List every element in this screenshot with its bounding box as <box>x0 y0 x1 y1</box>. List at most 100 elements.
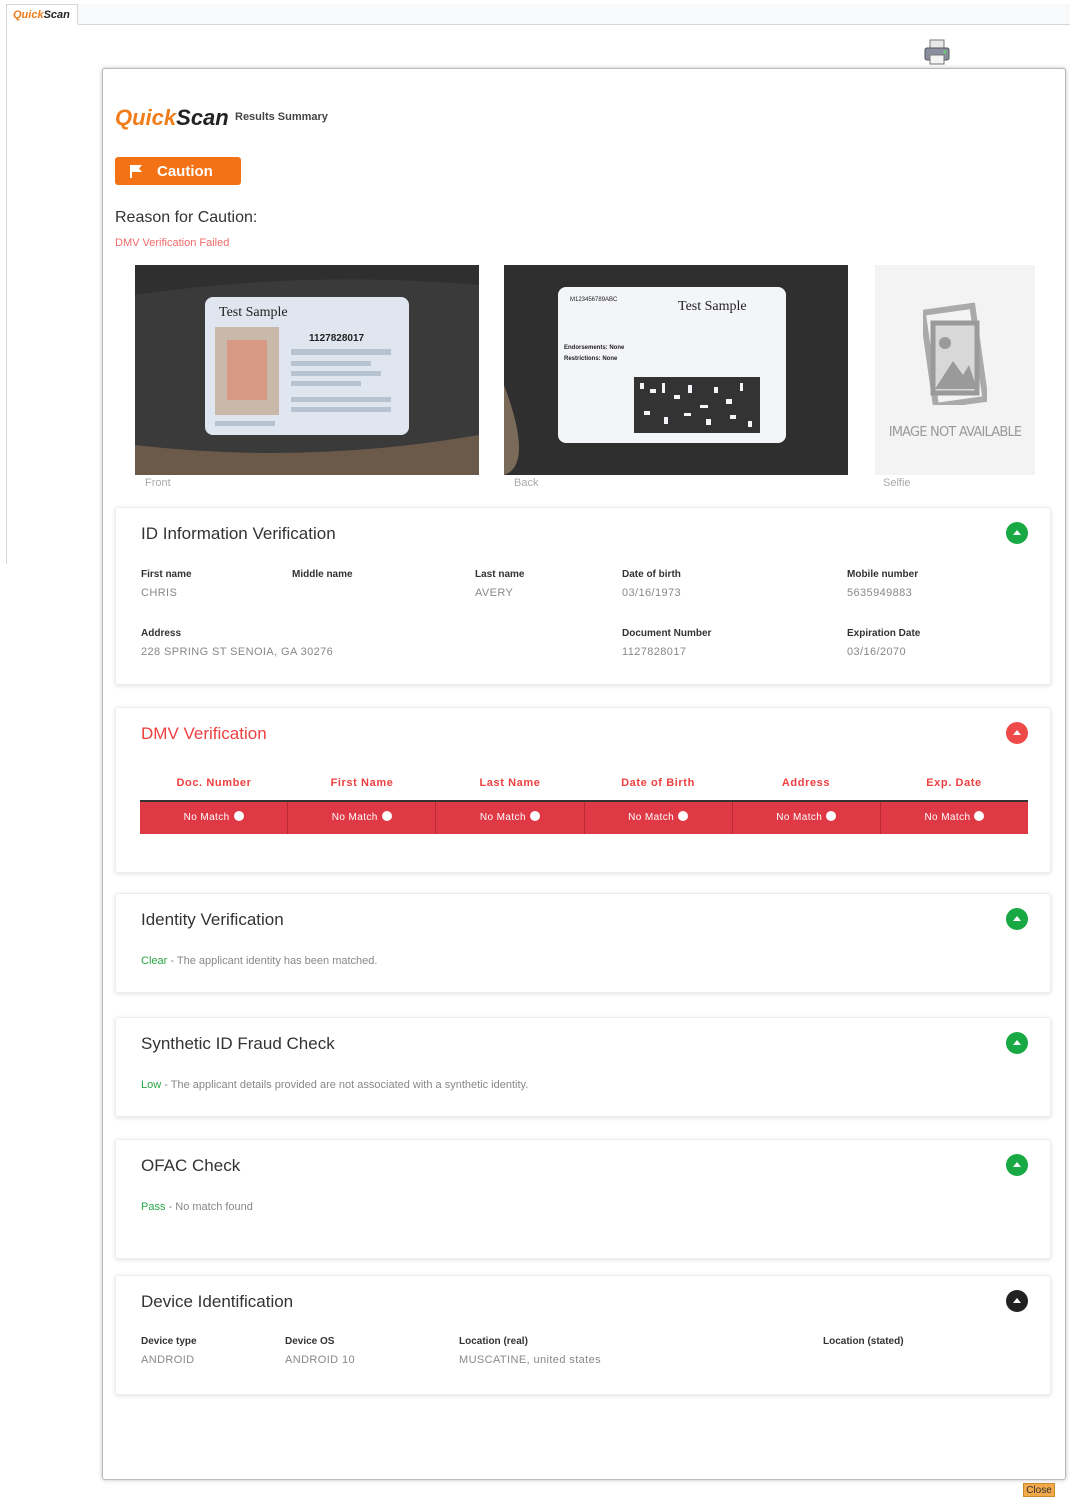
id-verification-title: ID Information Verification <box>141 524 336 543</box>
field-first-name: First name CHRIS <box>141 569 192 599</box>
field-value: 5635949883 <box>847 587 913 599</box>
synthetic-text: - The applicant details provided are not… <box>161 1079 529 1091</box>
field-device-os: Device OS ANDROID 10 <box>285 1336 355 1366</box>
result-text: No Match <box>628 812 675 823</box>
field-value: 03/16/1973 <box>622 587 682 599</box>
field-location-stated: Location (stated) <box>823 1336 904 1354</box>
result-text: No Match <box>183 812 230 823</box>
selfie-image[interactable]: IMAGE NOT AVAILABLE <box>875 265 1035 475</box>
field-label: Date of birth <box>622 569 681 580</box>
collapse-toggle-icon[interactable] <box>1006 1032 1028 1054</box>
dmv-results-table: Doc. Number First Name Last Name Date of… <box>140 766 1028 834</box>
field-value: 228 SPRING ST SENOIA, GA 30276 <box>141 646 334 658</box>
results-panel: QuickScan Results Summary Caution Reason… <box>102 68 1066 1480</box>
device-identification-title: Device Identification <box>141 1292 294 1311</box>
collapse-toggle-icon[interactable] <box>1006 1154 1028 1176</box>
identity-status: Clear <box>141 955 168 967</box>
info-icon[interactable] <box>529 811 540 821</box>
identity-verification-card: Identity Verification Clear - The applic… <box>115 893 1051 993</box>
field-value: CHRIS <box>141 587 178 599</box>
field-value: 03/16/2070 <box>847 646 907 658</box>
field-label: Expiration Date <box>847 628 921 639</box>
result-cell: No Match <box>140 802 289 834</box>
caution-label: Caution <box>157 162 213 180</box>
field-mobile: Mobile number 5635949883 <box>847 569 918 599</box>
field-label: Document Number <box>622 628 712 639</box>
col-date-of-birth: Date of Birth <box>621 777 695 789</box>
result-cell: No Match <box>881 802 1028 834</box>
ofac-card: OFAC Check Pass - No match found <box>115 1139 1051 1259</box>
synthetic-id-title: Synthetic ID Fraud Check <box>141 1034 335 1053</box>
close-button[interactable]: Close <box>1023 1483 1055 1497</box>
back-code: M123456789ABC <box>570 297 618 303</box>
field-value: ANDROID <box>141 1354 195 1366</box>
dmv-verification-card: DMV Verification Doc. Number First Name … <box>115 707 1051 873</box>
info-icon[interactable] <box>381 811 392 821</box>
id-front-image[interactable]: Test Sample 1127828017 <box>135 265 479 475</box>
field-label: First name <box>141 569 192 580</box>
tab-brand-scan: Scan <box>43 9 70 21</box>
result-cell: No Match <box>733 802 881 834</box>
result-text: No Match <box>776 812 823 823</box>
field-location-real: Location (real) MUSCATINE, united states <box>459 1336 601 1366</box>
field-value: AVERY <box>475 587 514 599</box>
field-value: MUSCATINE, united states <box>459 1354 602 1366</box>
table-row: No Match No Match No Match No Match No M… <box>140 802 1028 834</box>
brand-scan: Scan <box>176 105 229 130</box>
front-caption: Front <box>145 477 171 489</box>
field-label: Location (real) <box>459 1336 528 1347</box>
info-icon[interactable] <box>233 811 244 821</box>
identity-text: - The applicant identity has been matche… <box>167 955 378 967</box>
tab-quickscan[interactable]: QuickScan <box>6 4 78 24</box>
back-caption: Back <box>514 477 539 489</box>
tab-brand-quick: Quick <box>13 9 44 21</box>
brand-logo: QuickScan <box>115 105 229 131</box>
collapse-toggle-icon[interactable] <box>1006 522 1028 544</box>
info-icon[interactable] <box>974 811 985 821</box>
field-middle-name: Middle name <box>292 569 353 587</box>
field-label: Last name <box>475 569 525 580</box>
ofac-summary: Pass - No match found <box>141 1201 253 1213</box>
id-back-image[interactable]: M123456789ABC Test Sample Endorsements: … <box>504 265 848 475</box>
result-text: No Match <box>479 812 526 823</box>
tab-strip <box>78 4 1070 25</box>
identity-summary: Clear - The applicant identity has been … <box>141 955 377 967</box>
field-value: ANDROID 10 <box>285 1354 356 1366</box>
info-icon[interactable] <box>826 811 837 821</box>
result-cell: No Match <box>585 802 733 834</box>
front-card-title: Test Sample <box>219 305 288 320</box>
caution-badge: Caution <box>115 157 241 185</box>
back-card-title: Test Sample <box>678 299 747 314</box>
image-placeholder-icon <box>923 302 987 405</box>
image-not-available-text: IMAGE NOT AVAILABLE <box>888 425 1022 440</box>
ofac-title: OFAC Check <box>141 1156 241 1175</box>
reason-text: DMV Verification Failed <box>115 237 230 249</box>
field-address: Address 228 SPRING ST SENOIA, GA 30276 <box>141 628 333 658</box>
field-expiration: Expiration Date 03/16/2070 <box>847 628 920 658</box>
result-text: No Match <box>924 812 971 823</box>
identity-verification-title: Identity Verification <box>141 910 284 929</box>
id-verification-card: ID Information Verification First name C… <box>115 507 1051 685</box>
front-dln: 1127828017 <box>309 333 365 344</box>
dmv-verification-title: DMV Verification <box>141 724 267 743</box>
collapse-toggle-icon[interactable] <box>1006 908 1028 930</box>
ofac-status: Pass <box>141 1201 166 1213</box>
col-doc-number: Doc. Number <box>176 777 252 789</box>
selfie-caption: Selfie <box>883 477 911 489</box>
collapse-toggle-icon[interactable] <box>1006 1290 1028 1312</box>
ofac-text: - No match found <box>165 1201 253 1213</box>
field-device-type: Device type ANDROID <box>141 1336 197 1366</box>
col-first-name: First Name <box>330 777 394 789</box>
field-label: Location (stated) <box>823 1336 904 1347</box>
synthetic-id-card: Synthetic ID Fraud Check Low - The appli… <box>115 1017 1051 1117</box>
collapse-toggle-icon[interactable] <box>1006 722 1028 744</box>
back-endorsements: Endorsements: None <box>564 345 625 351</box>
info-icon[interactable] <box>678 811 689 821</box>
field-doc-number: Document Number 1127828017 <box>622 628 711 658</box>
print-icon[interactable] <box>922 38 954 66</box>
back-restrictions: Restrictions: None <box>564 356 618 362</box>
synthetic-summary: Low - The applicant details provided are… <box>141 1079 528 1091</box>
device-identification-card: Device Identification Device type ANDROI… <box>115 1275 1051 1395</box>
field-label: Middle name <box>292 569 353 580</box>
result-cell: No Match <box>436 802 585 834</box>
